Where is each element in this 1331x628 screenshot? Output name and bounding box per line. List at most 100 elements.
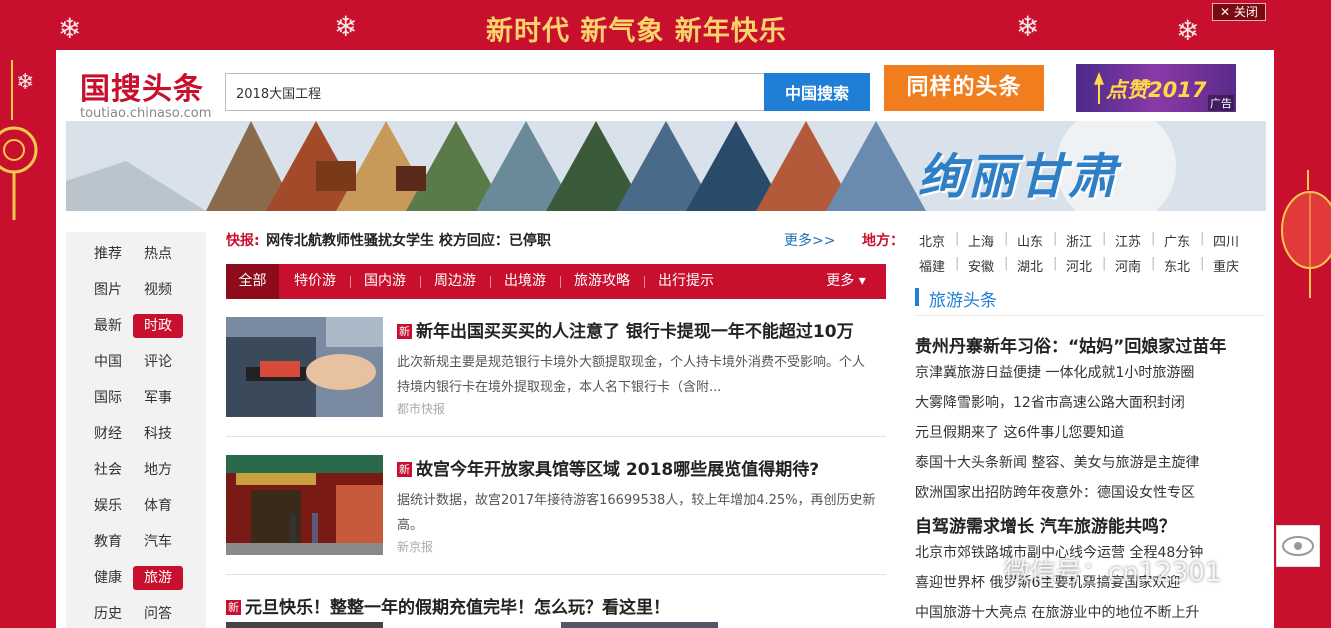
nav-item[interactable]: 财经 xyxy=(83,422,133,446)
logo-url: toutiao.chinaso.com xyxy=(80,106,212,121)
region-link[interactable]: 安徽 xyxy=(968,256,994,275)
site-logo[interactable]: 国搜头条 toutiao.chinaso.com xyxy=(80,64,211,121)
nav-item[interactable]: 图片 xyxy=(83,278,133,302)
wechat-watermark: 微信号：cn12301 xyxy=(1004,558,1222,588)
tab-all[interactable]: 全部 xyxy=(226,264,279,299)
region-link[interactable]: 湖北 xyxy=(1017,256,1043,275)
tab-more-dropdown[interactable]: 更多 ▾ xyxy=(816,264,876,299)
snowflake-icon: ❄ xyxy=(1176,14,1200,47)
tab-domestic[interactable]: 国内游 xyxy=(356,264,414,299)
separator: | xyxy=(1151,231,1156,246)
article-source[interactable]: 新京报 xyxy=(397,538,433,555)
close-banner-button[interactable]: ✕ 关闭 xyxy=(1212,3,1266,21)
torch-icon xyxy=(1094,72,1104,104)
region-link[interactable]: 四川 xyxy=(1213,231,1239,250)
article-title[interactable]: 新故宫今年开放家具馆等区域 2018哪些展览值得期待? xyxy=(397,455,819,480)
separator: | xyxy=(1200,231,1205,246)
region-link[interactable]: 上海 xyxy=(968,231,994,250)
top-festive-banner: 新时代 新气象 新年快乐 xyxy=(0,0,1331,50)
ad-text: 点赞2017 xyxy=(1106,78,1207,102)
headline-item[interactable]: 自驾游需求增长 汽车旅游能共鸣？ xyxy=(915,512,1176,537)
nav-item[interactable]: 评论 xyxy=(133,350,183,374)
ad-banner[interactable]: 点赞2017 广告 xyxy=(1076,64,1236,112)
article-thumbnail[interactable] xyxy=(561,622,718,628)
headline-item[interactable]: 贵州丹寨新年习俗：“姑妈”回娘家过苗年 xyxy=(915,332,1226,357)
scenic-banner[interactable]: 绚丽甘肃 xyxy=(66,121,1266,211)
region-link[interactable]: 河南 xyxy=(1115,256,1141,275)
nav-item[interactable]: 推荐 xyxy=(83,242,133,266)
new-badge: 新 xyxy=(226,600,241,615)
same-headline-button[interactable]: 同样的头条 xyxy=(884,65,1044,111)
region-link[interactable]: 广东 xyxy=(1164,231,1190,250)
snowflake-icon: ❄ xyxy=(334,10,358,43)
article-item: 新新年出国买买买的人注意了 银行卡提现一年不能超过10万 此次新规主要是规范银行… xyxy=(226,317,886,417)
nav-item[interactable]: 军事 xyxy=(133,386,183,410)
nav-item[interactable]: 问答 xyxy=(133,602,183,626)
separator: | xyxy=(1053,231,1058,246)
article-thumbnail[interactable] xyxy=(226,622,383,628)
article-summary: 据统计数据，故宫2017年接待游客16699538人，较上年增加4.25%，再创… xyxy=(397,493,876,533)
tab-divider xyxy=(420,276,421,288)
news-ticker: 快报: 网传北航教师性骚扰女学生 校方回应：已停职 更多>> xyxy=(226,230,886,252)
float-eye-button[interactable] xyxy=(1276,525,1320,567)
nav-item[interactable]: 热点 xyxy=(133,242,183,266)
article-title-text: 故宫今年开放家具馆等区域 2018哪些展览值得期待? xyxy=(416,460,820,480)
headline-item[interactable]: 欧洲国家出招防跨年夜意外：德国设女性专区 xyxy=(915,482,1195,502)
search-input[interactable] xyxy=(225,73,765,111)
new-badge: 新 xyxy=(397,324,412,339)
nav-item[interactable]: 历史 xyxy=(83,602,133,626)
nav-item[interactable]: 教育 xyxy=(83,530,133,554)
article-thumbnail[interactable] xyxy=(226,455,383,555)
region-link[interactable]: 江苏 xyxy=(1115,231,1141,250)
nav-item[interactable]: 国际 xyxy=(83,386,133,410)
article-thumbnail[interactable] xyxy=(226,317,383,417)
tab-bargain[interactable]: 特价游 xyxy=(286,264,344,299)
region-link[interactable]: 山东 xyxy=(1017,231,1043,250)
nav-item-active[interactable]: 旅游 xyxy=(133,566,183,590)
ticker-more-link[interactable]: 更多>> xyxy=(784,230,835,250)
nav-item[interactable]: 最新 xyxy=(83,314,133,338)
tab-guides[interactable]: 旅游攻略 xyxy=(566,264,638,299)
close-label: 关闭 xyxy=(1233,5,1258,19)
headline-item[interactable]: 大雾降雪影响，12省市高速公路大面积封闭 xyxy=(915,392,1185,412)
left-category-nav: 推荐 热点 图片 视频 最新 时政 中国 评论 国际 军事 财经 科技 社会 地… xyxy=(66,232,206,628)
article-title[interactable]: 新新年出国买买买的人注意了 银行卡提现一年不能超过10万 xyxy=(397,317,854,342)
tab-outbound[interactable]: 出境游 xyxy=(496,264,554,299)
article-title[interactable]: 新元旦快乐！整整一年的假期充值完毕！怎么玩？看这里！ xyxy=(226,593,670,618)
separator: | xyxy=(1053,256,1058,271)
nav-item[interactable]: 科技 xyxy=(133,422,183,446)
eye-icon xyxy=(1282,536,1314,556)
nav-item[interactable]: 汽车 xyxy=(133,530,183,554)
article-source[interactable]: 都市快报 xyxy=(397,400,445,417)
lantern-icon xyxy=(1281,170,1331,298)
nav-item[interactable]: 社会 xyxy=(83,458,133,482)
headline-item[interactable]: 中国旅游十大亮点 在旅游业中的地位不断上升 xyxy=(915,602,1199,622)
heading-accent-bar xyxy=(915,288,919,306)
headline-item[interactable]: 京津冀旅游日益便捷 一体化成就1小时旅游圈 xyxy=(915,362,1194,382)
palace-museum-photo xyxy=(226,455,383,555)
search-button[interactable]: 中国搜索 xyxy=(764,73,870,111)
region-link[interactable]: 浙江 xyxy=(1066,231,1092,250)
separator: | xyxy=(1004,256,1009,271)
nav-item[interactable]: 视频 xyxy=(133,278,183,302)
nav-item[interactable]: 娱乐 xyxy=(83,494,133,518)
region-link[interactable]: 东北 xyxy=(1164,256,1190,275)
headline-item[interactable]: 泰国十大头条新闻 整容、美女与旅游是主旋律 xyxy=(915,452,1199,472)
region-link[interactable]: 福建 xyxy=(919,256,945,275)
ticker-text[interactable]: 网传北航教师性骚扰女学生 校方回应：已停职 xyxy=(266,233,551,249)
region-link[interactable]: 河北 xyxy=(1066,256,1092,275)
nav-item[interactable]: 地方 xyxy=(133,458,183,482)
article-title-text: 元旦快乐！整整一年的假期充值完毕！怎么玩？看这里！ xyxy=(245,598,670,618)
tab-divider xyxy=(490,276,491,288)
nav-item[interactable]: 中国 xyxy=(83,350,133,374)
region-link[interactable]: 重庆 xyxy=(1213,256,1239,275)
nav-item-active[interactable]: 时政 xyxy=(133,314,183,338)
tab-travel-tips[interactable]: 出行提示 xyxy=(650,264,722,299)
nav-item[interactable]: 健康 xyxy=(83,566,133,590)
region-link[interactable]: 北京 xyxy=(919,231,945,250)
nav-item[interactable]: 体育 xyxy=(133,494,183,518)
tab-nearby[interactable]: 周边游 xyxy=(426,264,484,299)
headline-item[interactable]: 元旦假期来了 这6件事儿您要知道 xyxy=(915,422,1124,442)
ticker-label: 快报: xyxy=(226,233,260,249)
ad-tag: 广告 xyxy=(1208,95,1234,111)
